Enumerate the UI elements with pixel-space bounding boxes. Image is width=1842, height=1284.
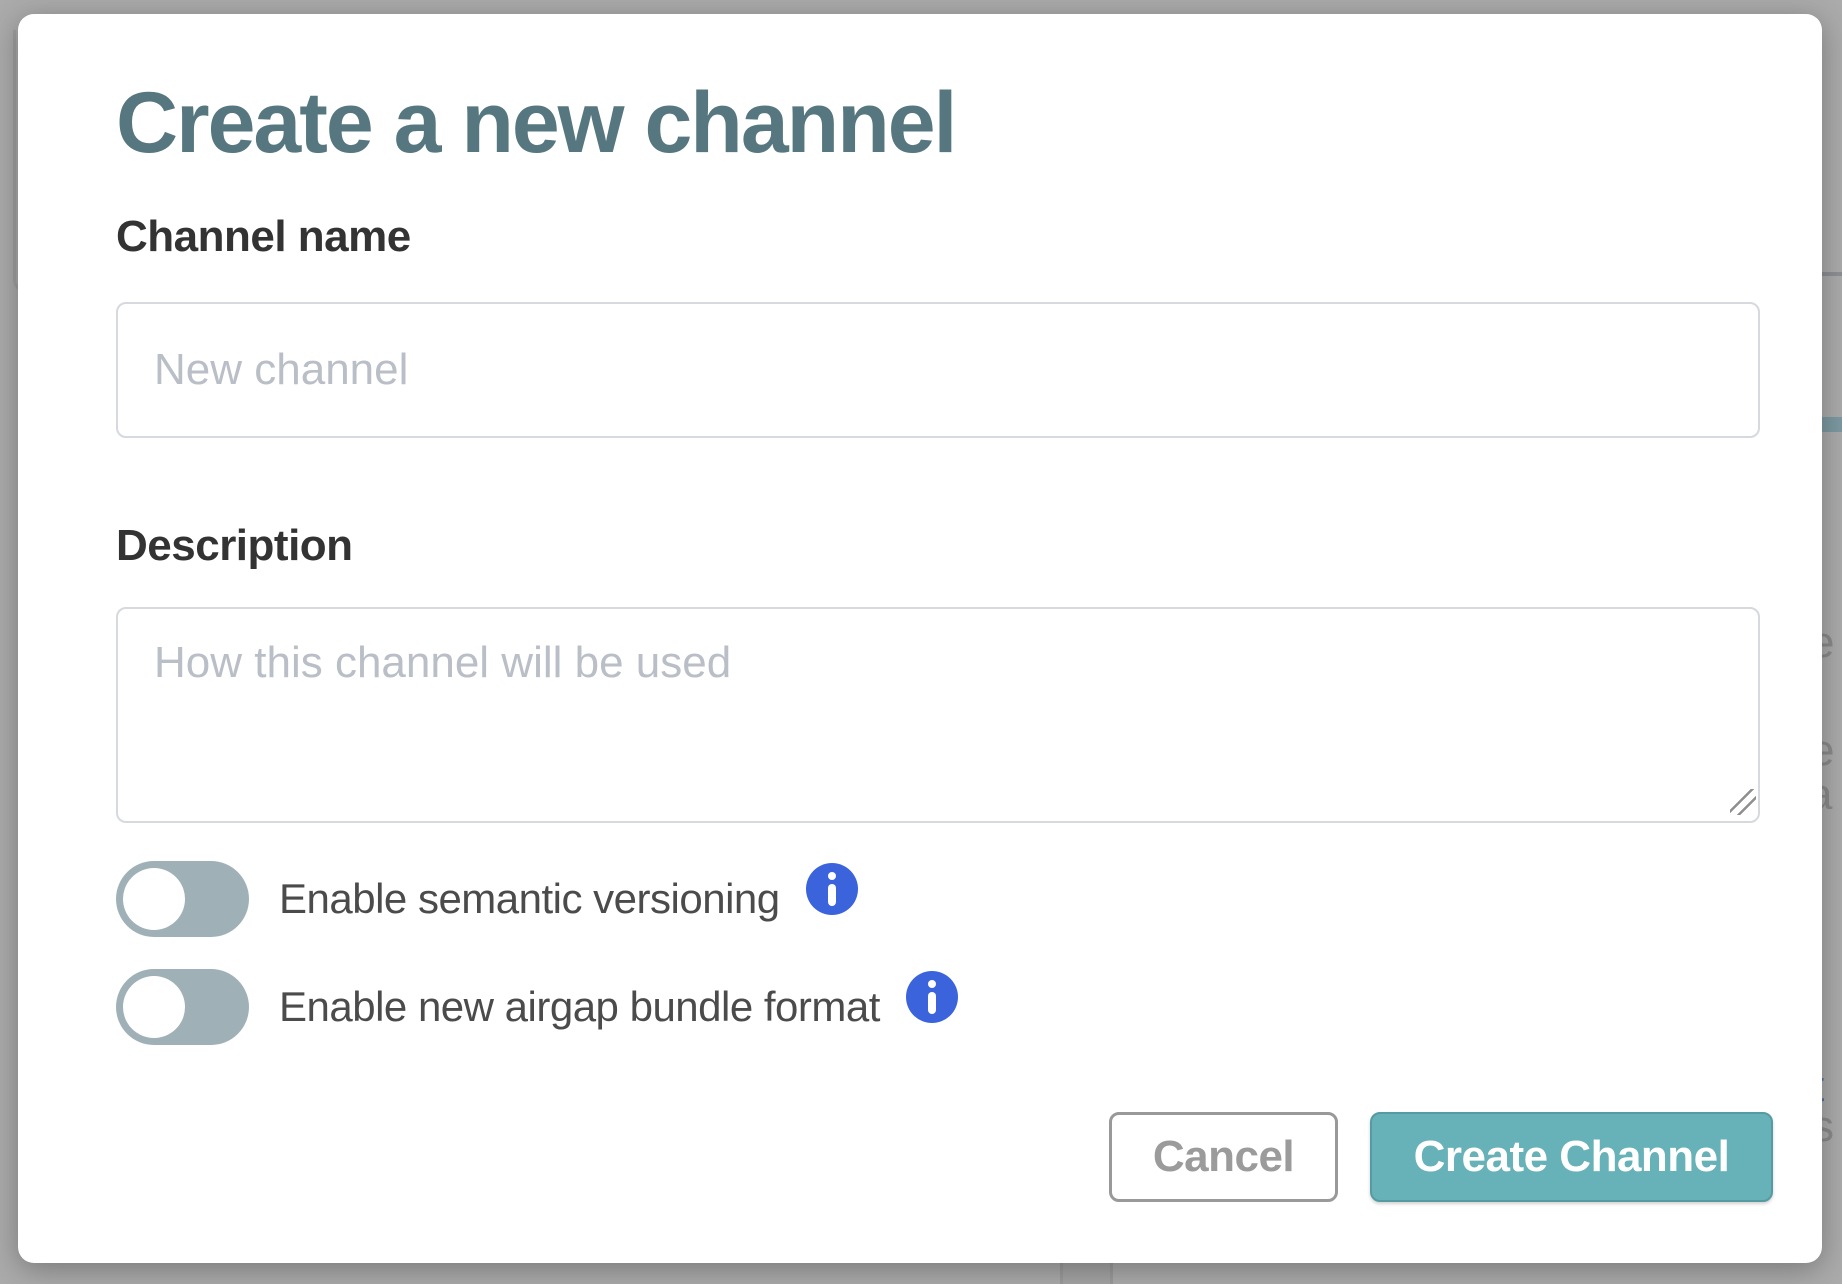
- description-label: Description: [116, 521, 353, 571]
- semantic-versioning-toggle[interactable]: [116, 861, 249, 937]
- background-table-cell: [1060, 1263, 1113, 1284]
- channel-name-input[interactable]: [116, 302, 1760, 438]
- semantic-versioning-label: Enable semantic versioning: [279, 875, 780, 923]
- airgap-bundle-label: Enable new airgap bundle format: [279, 983, 880, 1031]
- description-textarea[interactable]: [116, 607, 1760, 823]
- modal-title: Create a new channel: [116, 74, 955, 173]
- create-channel-modal: Create a new channel Channel name Descri…: [18, 14, 1822, 1263]
- channel-name-label: Channel name: [116, 212, 411, 262]
- airgap-bundle-row: Enable new airgap bundle format: [116, 969, 958, 1045]
- semantic-versioning-row: Enable semantic versioning: [116, 861, 858, 937]
- toggle-knob: [123, 976, 185, 1038]
- airgap-bundle-toggle[interactable]: [116, 969, 249, 1045]
- info-icon[interactable]: [906, 971, 958, 1023]
- toggle-knob: [123, 868, 185, 930]
- create-channel-button[interactable]: Create Channel: [1370, 1112, 1773, 1202]
- info-icon[interactable]: [806, 863, 858, 915]
- background-accent-bar: [1820, 417, 1842, 432]
- cancel-button[interactable]: Cancel: [1109, 1112, 1338, 1202]
